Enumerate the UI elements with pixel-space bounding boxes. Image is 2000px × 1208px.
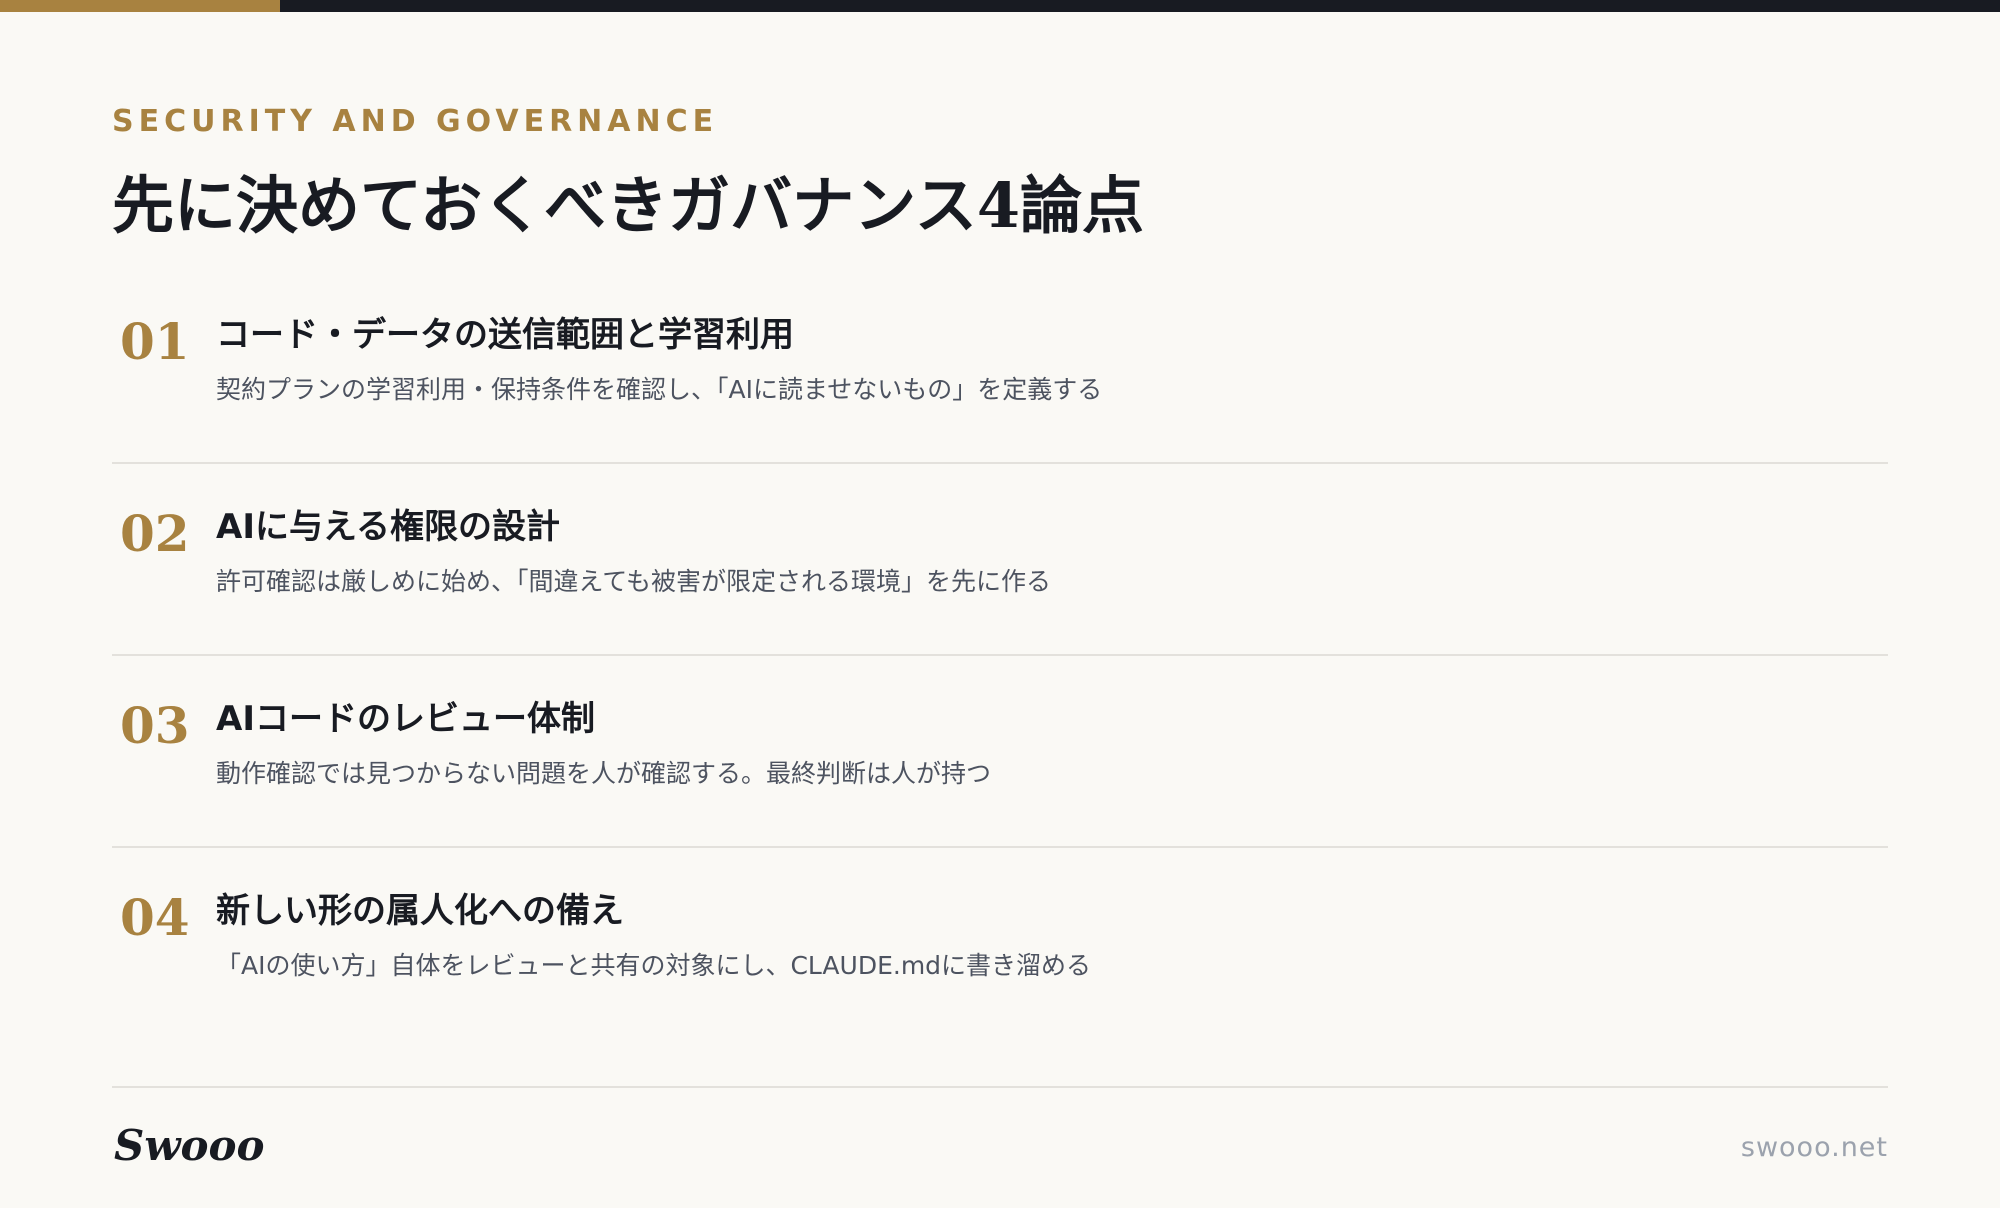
item-description: 契約プランの学習利用・保持条件を確認し、「AIに読ませないもの」を定義する	[216, 375, 1103, 404]
item-title: AIコードのレビュー体制	[216, 699, 595, 739]
item-number: 03	[120, 696, 190, 755]
item-description: 動作確認では見つからない問題を人が確認する。最終判断は人が持つ	[216, 759, 992, 788]
list-item: 03 AIコードのレビュー体制 動作確認では見つからない問題を人が確認する。最終…	[112, 656, 1888, 848]
top-bar-accent	[0, 0, 280, 12]
item-number: 04	[120, 888, 190, 947]
page-title: 先に決めておくべきガバナンス4論点	[112, 169, 1145, 242]
list-item: 04 新しい形の属人化への備え 「AIの使い方」自体をレビューと共有の対象にし、…	[112, 848, 1888, 1038]
item-number: 01	[120, 312, 190, 371]
item-description: 許可確認は厳しめに始め、「間違えても被害が限定される環境」を先に作る	[216, 567, 1052, 596]
section-eyebrow: SECURITY AND GOVERNANCE	[112, 104, 719, 139]
footer-divider	[112, 1086, 1888, 1088]
item-number: 02	[120, 504, 190, 563]
list-item: 01 コード・データの送信範囲と学習利用 契約プランの学習利用・保持条件を確認し…	[112, 272, 1888, 464]
brand-logo: Swooo	[114, 1121, 265, 1170]
site-url: swooo.net	[1740, 1132, 1888, 1163]
governance-list: 01 コード・データの送信範囲と学習利用 契約プランの学習利用・保持条件を確認し…	[112, 272, 1888, 1038]
top-bar	[0, 0, 2000, 12]
item-title: コード・データの送信範囲と学習利用	[216, 315, 794, 355]
item-title: AIに与える権限の設計	[216, 507, 560, 547]
list-item: 02 AIに与える権限の設計 許可確認は厳しめに始め、「間違えても被害が限定され…	[112, 464, 1888, 656]
item-title: 新しい形の属人化への備え	[216, 891, 624, 931]
item-description: 「AIの使い方」自体をレビューと共有の対象にし、CLAUDE.mdに書き溜める	[216, 951, 1092, 980]
